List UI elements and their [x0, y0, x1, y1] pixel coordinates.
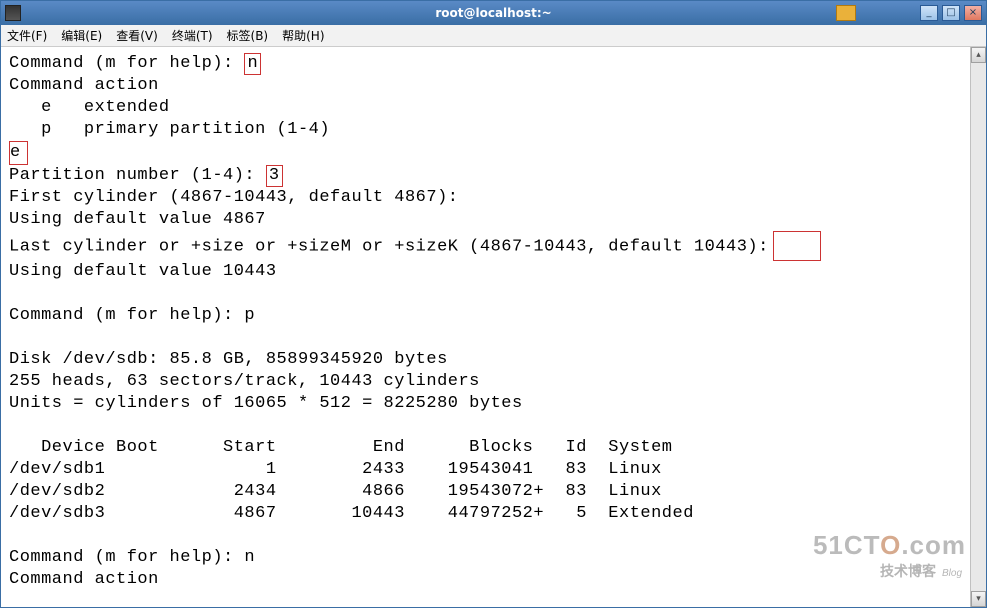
prompt-line: Last cylinder or +size or +sizeM or +siz…: [9, 237, 769, 256]
close-button[interactable]: ×: [964, 5, 982, 21]
taskbar-icon: [836, 5, 856, 21]
output-line: Units = cylinders of 16065 * 512 = 82252…: [9, 394, 523, 413]
prompt-line: Command (m for help): n: [9, 548, 255, 567]
scroll-down-button[interactable]: ▾: [971, 591, 986, 607]
table-row: /dev/sdb1 1 2433 19543041 83 Linux: [9, 460, 662, 479]
terminal-viewport: Command (m for help): n Command action e…: [1, 47, 986, 607]
menu-tabs[interactable]: 标签(B): [227, 27, 269, 44]
prompt-line: Command (m for help): p: [9, 306, 255, 325]
menu-terminal[interactable]: 终端(T): [172, 27, 213, 44]
menu-view[interactable]: 查看(V): [116, 27, 158, 44]
output-line: 255 heads, 63 sectors/track, 10443 cylin…: [9, 372, 480, 391]
prompt-line: Command (m for help):: [9, 54, 244, 73]
scroll-up-button[interactable]: ▴: [971, 47, 986, 63]
vertical-scrollbar[interactable]: ▴ ▾: [970, 47, 986, 607]
output-line: Disk /dev/sdb: 85.8 GB, 85899345920 byte…: [9, 350, 448, 369]
table-row: /dev/sdb3 4867 10443 44797252+ 5 Extende…: [9, 504, 694, 523]
input-highlight-3: 3: [266, 165, 283, 187]
input-highlight-empty: [773, 231, 821, 261]
output-line: First cylinder (4867-10443, default 4867…: [9, 188, 458, 207]
output-line: Using default value 10443: [9, 262, 277, 281]
terminal-output[interactable]: Command (m for help): n Command action e…: [1, 47, 986, 597]
menu-file[interactable]: 文件(F): [7, 27, 47, 44]
maximize-button[interactable]: □: [942, 5, 960, 21]
menu-help[interactable]: 帮助(H): [282, 27, 324, 44]
window-controls: _ □ ×: [836, 5, 982, 21]
output-line: p primary partition (1-4): [9, 120, 330, 139]
output-line: Command action: [9, 76, 159, 95]
window-titlebar: root@localhost:~ _ □ ×: [1, 1, 986, 25]
prompt-line: Partition number (1-4):: [9, 166, 266, 185]
output-line: Using default value 4867: [9, 210, 266, 229]
menu-edit[interactable]: 编辑(E): [61, 27, 102, 44]
menu-bar: 文件(F) 编辑(E) 查看(V) 终端(T) 标签(B) 帮助(H): [1, 25, 986, 47]
table-row: /dev/sdb2 2434 4866 19543072+ 83 Linux: [9, 482, 662, 501]
input-highlight-e: e: [9, 141, 28, 165]
window-title: root@localhost:~: [435, 6, 551, 20]
window-app-icon: [5, 5, 21, 21]
input-highlight-n: n: [244, 53, 261, 75]
output-line: Command action: [9, 570, 159, 589]
output-line: e extended: [9, 98, 170, 117]
table-header: Device Boot Start End Blocks Id System: [9, 438, 673, 457]
minimize-button[interactable]: _: [920, 5, 938, 21]
scroll-track[interactable]: [971, 63, 986, 591]
